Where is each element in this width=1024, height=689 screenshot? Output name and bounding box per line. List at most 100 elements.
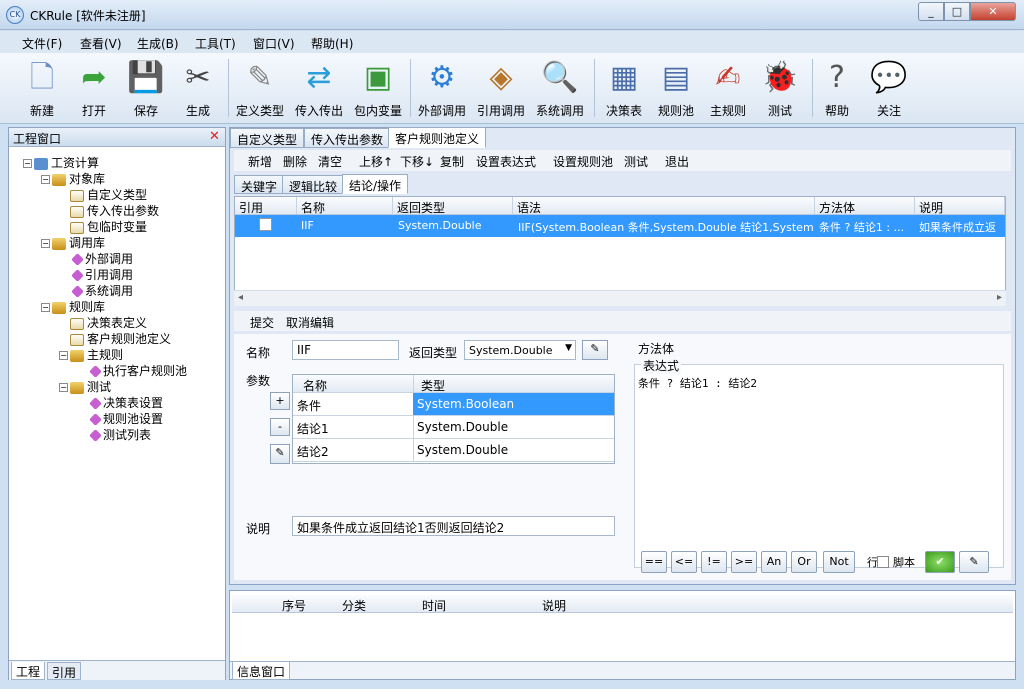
tab-info-window[interactable]: 信息窗口 [232,662,291,680]
edit-expression-icon[interactable]: ✎ [959,551,989,573]
tab-client-rule-pool[interactable]: 客户规则池定义 [388,127,487,148]
tab-logic-compare[interactable]: 逻辑比较 [282,175,345,194]
menu-file[interactable]: 文件(F) [22,35,62,52]
column-header[interactable]: 说明 [915,197,1005,215]
table-row[interactable]: 条件 System.Boolean [293,393,614,416]
minimize-button[interactable]: _ [918,2,944,21]
tree-item[interactable]: 系统调用 [59,282,133,299]
scroll-right-icon[interactable]: ▸ [997,292,1002,303]
tree-item[interactable]: 决策表定义 [59,314,147,331]
test-button[interactable]: 测试 [624,153,648,170]
column-header[interactable]: 类型 [421,377,445,394]
description-input[interactable]: 如果条件成立返回结论1否则返回结论2 [292,516,615,536]
tree-item[interactable]: 包临时变量 [59,218,147,235]
op-or-button[interactable]: Or [791,551,817,573]
op-equal-button[interactable]: == [641,551,667,573]
toolbar-save-button[interactable]: 💾 保存 [119,55,173,121]
ref-checkbox[interactable] [259,218,272,231]
tree-item[interactable]: − 规则库 [41,298,105,315]
collapse-toggle-icon[interactable]: − [59,383,68,392]
column-header[interactable]: 序号 [282,597,306,614]
tree-item[interactable]: 测试列表 [77,426,151,443]
scroll-left-icon[interactable]: ◂ [238,292,243,303]
toolbar-test-button[interactable]: 🐞 测试 [753,55,807,121]
cancel-edit-button[interactable]: 取消编辑 [286,314,334,331]
add-param-button[interactable]: + [270,392,290,410]
toolbar-rule-pool-button[interactable]: ▤ 规则池 [649,55,703,121]
tree-item[interactable]: 执行客户规则池 [77,362,187,379]
set-rule-pool-button[interactable]: 设置规则池 [553,153,613,170]
op-neq-button[interactable]: != [701,551,727,573]
tree-item[interactable]: − 主规则 [59,346,123,363]
close-button[interactable]: ✕ [970,2,1016,21]
toolbar-define-type-button[interactable]: ✎ 定义类型 [233,55,287,121]
tab-custom-type[interactable]: 自定义类型 [230,128,305,148]
table-row[interactable]: 结论2 System.Double [293,439,614,462]
edit-type-icon[interactable]: ✎ [582,340,608,360]
toolbar-build-button[interactable]: ✂ 生成 [171,55,225,121]
maximize-button[interactable]: □ [944,2,970,21]
op-and-button[interactable]: An [761,551,787,573]
op-lte-button[interactable]: <= [671,551,697,573]
tree-item[interactable]: 自定义类型 [59,186,147,203]
column-header[interactable]: 名称 [303,377,327,394]
menu-view[interactable]: 查看(V) [80,35,122,52]
column-header[interactable]: 名称 [297,197,393,215]
tab-project[interactable]: 工程 [11,662,46,680]
toolbar-external-call-button[interactable]: ⚙ 外部调用 [415,55,469,121]
add-button[interactable]: 新增 [248,153,272,170]
column-header[interactable]: 返回类型 [393,197,513,215]
tree-item[interactable]: 传入传出参数 [59,202,159,219]
name-input[interactable]: IIF [292,340,399,360]
collapse-toggle-icon[interactable]: − [23,159,32,168]
script-checkbox[interactable] [877,556,889,568]
column-header[interactable]: 方法体 [815,197,915,215]
tree-item[interactable]: 外部调用 [59,250,133,267]
tree-item[interactable]: − 测试 [59,378,111,395]
toolbar-main-rule-button[interactable]: ✍ 主规则 [701,55,755,121]
menu-window[interactable]: 窗口(V) [253,35,295,52]
column-header[interactable]: 说明 [542,597,566,614]
submit-button[interactable]: 提交 [250,314,274,331]
move-down-button[interactable]: 下移↓ [400,153,434,170]
tab-reference[interactable]: 引用 [47,662,82,680]
toolbar-new-button[interactable]: 🗋 新建 [15,55,69,121]
toolbar-package-variable-button[interactable]: ▣ 包内变量 [351,55,405,121]
tree-item[interactable]: 客户规则池定义 [59,330,171,347]
collapse-toggle-icon[interactable]: − [41,175,50,184]
column-header[interactable]: 引用 [235,197,297,215]
tree-item[interactable]: − 对象库 [41,170,105,187]
collapse-toggle-icon[interactable]: − [41,303,50,312]
tree-item[interactable]: 引用调用 [59,266,133,283]
menu-tools[interactable]: 工具(T) [195,35,236,52]
collapse-toggle-icon[interactable]: − [59,351,68,360]
menu-help[interactable]: 帮助(H) [311,35,353,52]
set-expression-button[interactable]: 设置表达式 [476,153,536,170]
op-not-button[interactable]: Not [823,551,855,573]
return-type-select[interactable]: System.Double ▼ [464,340,576,360]
column-header[interactable]: 语法 [513,197,815,215]
move-up-button[interactable]: 上移↑ [359,153,393,170]
expression-box[interactable]: 表达式 条件 ? 结论1 : 结论2 == <= != >= An Or Not… [634,357,1004,573]
copy-button[interactable]: 复制 [440,153,464,170]
tab-in-out-params[interactable]: 传入传出参数 [304,128,391,148]
table-row[interactable]: 结论1 System.Double [293,416,614,439]
remove-param-button[interactable]: - [270,418,290,436]
menu-build[interactable]: 生成(B) [137,35,179,52]
tab-keywords[interactable]: 关键字 [234,175,285,194]
horizontal-scrollbar[interactable]: ◂ ▸ [234,290,1006,306]
toolbar-in-out-button[interactable]: ⇄ 传入传出 [292,55,346,121]
column-header[interactable]: 分类 [342,597,366,614]
toolbar-system-call-button[interactable]: 🔍 系统调用 [533,55,587,121]
toolbar-help-button[interactable]: ? 帮助 [810,55,864,121]
tree-item[interactable]: 决策表设置 [77,394,163,411]
toolbar-reference-call-button[interactable]: ◈ 引用调用 [474,55,528,121]
confirm-check-icon[interactable]: ✔ [925,551,955,573]
tree-item[interactable]: 规则池设置 [77,410,163,427]
table-row[interactable]: IIF System.Double IIF(System.Boolean 条件,… [235,215,1005,237]
toolbar-decision-table-button[interactable]: ▦ 决策表 [597,55,651,121]
collapse-toggle-icon[interactable]: − [41,239,50,248]
clear-button[interactable]: 清空 [318,153,342,170]
delete-button[interactable]: 删除 [283,153,307,170]
column-header[interactable]: 时间 [422,597,446,614]
